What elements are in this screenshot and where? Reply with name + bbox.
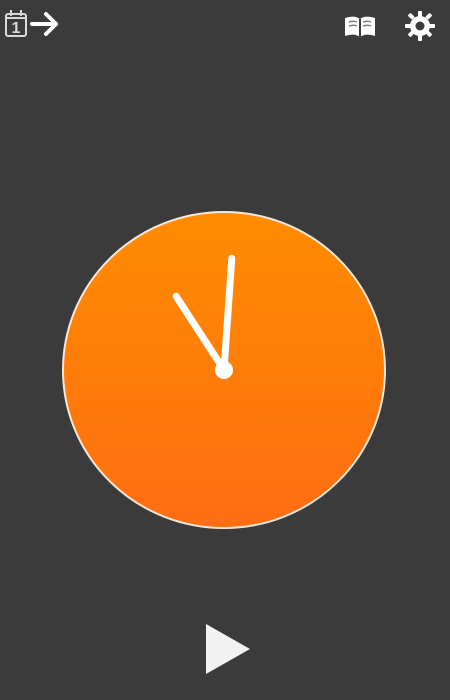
- play-button[interactable]: [202, 622, 252, 676]
- gear-icon: [405, 11, 435, 41]
- day-forward-button[interactable]: 1: [4, 6, 60, 40]
- clock-time: 11:00: [386, 211, 387, 212]
- top-bar: 1: [0, 0, 450, 50]
- clock-graphic: [62, 211, 386, 529]
- settings-button[interactable]: [404, 10, 436, 42]
- calendar-day-arrow-icon: 1: [5, 10, 58, 37]
- day-number: 1: [12, 20, 21, 37]
- play-icon: [206, 624, 250, 674]
- book-button[interactable]: [342, 12, 378, 42]
- book-icon: [345, 16, 375, 37]
- clock-center-cap: [215, 361, 233, 379]
- clock-face: 11:00: [62, 211, 386, 529]
